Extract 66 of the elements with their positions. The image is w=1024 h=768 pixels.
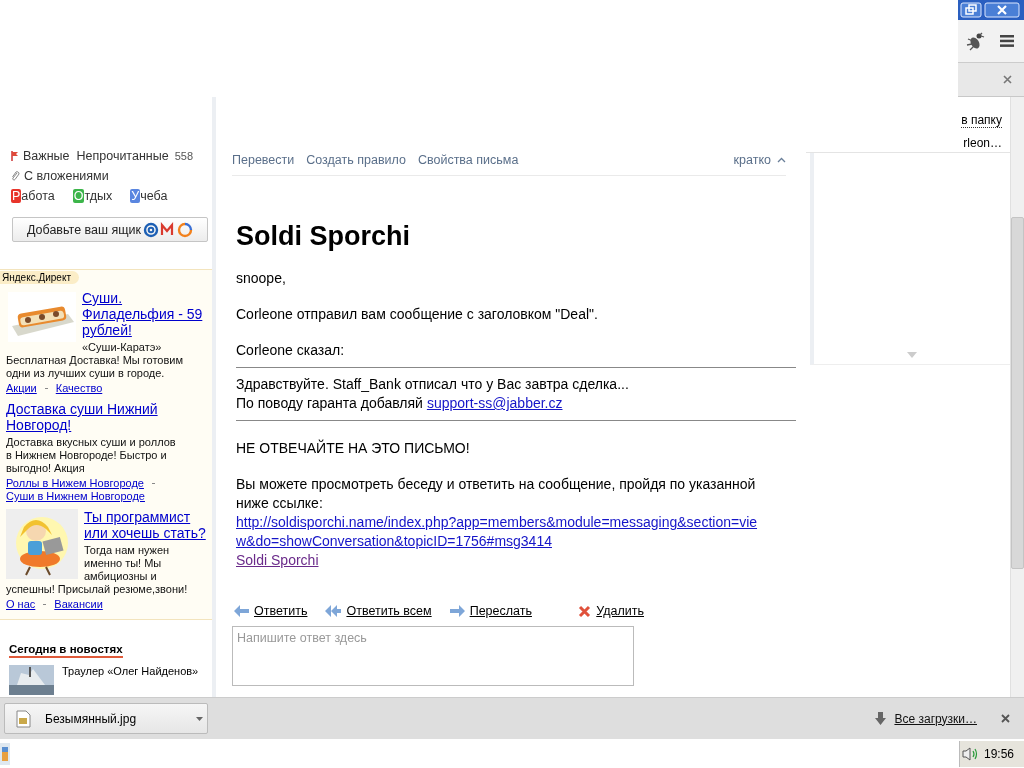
close-icon[interactable] — [1001, 714, 1010, 723]
scrollbar[interactable] — [1010, 97, 1024, 697]
mail-paragraph: Corleone отправил вам сообщение с заголовком "Deal". — [236, 305, 598, 324]
arrow-right-icon — [449, 605, 465, 617]
ad-link[interactable]: Вакансии — [54, 598, 103, 611]
arrow-left-icon — [234, 605, 249, 617]
mail-toolbar-link[interactable]: Перевести — [232, 153, 295, 167]
bug-icon[interactable] — [964, 31, 986, 51]
ad-link[interactable]: Качество — [55, 382, 103, 395]
news-link[interactable]: Траулер «Олег Найденов» — [62, 665, 199, 695]
mail-paragraph: НЕ ОТВЕЧАЙТЕ НА ЭТО ПИСЬМО! — [236, 439, 470, 458]
speaker-icon[interactable] — [961, 746, 980, 761]
restore-icon[interactable] — [960, 2, 982, 18]
sender-text: rleon… — [963, 136, 1002, 150]
caret-icon[interactable] — [196, 716, 203, 721]
reply-field[interactable]: Напишите ответ здесь — [232, 626, 634, 686]
ad-link[interactable]: Роллы в Нижем Новгороде — [6, 477, 144, 490]
mail-action-link[interactable]: Переслать — [449, 604, 532, 618]
move-to-folder-link[interactable]: в папку — [961, 113, 1002, 128]
filter-link[interactable]: Непрочитанные 558 — [76, 149, 193, 163]
add-mailbox-button[interactable]: Добавьте ваш ящик — [12, 217, 208, 242]
quote-line: Здравствуйте. Staff_Bank отписал что у Вас завтра сделка... — [236, 375, 630, 394]
clock: 19:56 — [983, 746, 1014, 761]
delete-icon — [578, 604, 592, 618]
ad-link[interactable]: Акции — [6, 382, 37, 395]
ad-headline-link[interactable]: Суши. Филадельфия - 59 рублей! — [6, 290, 207, 338]
mail-paragraph: snoope, — [236, 269, 286, 288]
scrollbar-thumb[interactable] — [1011, 217, 1024, 569]
download-icon — [875, 712, 887, 725]
label-link[interactable]: Учеба — [130, 189, 168, 203]
menu-icon[interactable] — [1000, 35, 1014, 47]
double-arrow-icon — [325, 605, 342, 617]
download-item[interactable]: Безымянный.jpg — [4, 703, 208, 734]
ad-text: Тогда нам нужен именно ты! Мы амбициозны и успешны! Присылай резюме,звони! — [6, 544, 189, 596]
mail-action-link[interactable]: Ответить всем — [325, 604, 432, 618]
ad-headline-link[interactable]: Ты программист или хочешь стать? — [6, 509, 207, 541]
caret-icon — [777, 157, 786, 163]
mail-subject: Soldi Sporchi — [236, 220, 411, 252]
news-heading: Сегодня в новостях — [9, 643, 123, 658]
email-link[interactable]: support-ss@jabber.cz — [426, 395, 563, 411]
view-toggle[interactable]: кратко — [733, 153, 786, 167]
label-link[interactable]: Работа — [11, 189, 55, 203]
filter-link[interactable]: С вложениями — [11, 169, 109, 183]
filter-link[interactable]: Важные — [11, 149, 70, 163]
ad-block-title: Яндекс.Директ — [0, 271, 79, 284]
mail-link[interactable]: http://soldisporchi.name/index.php?app=members&module=messaging&section=view&do=showConversation&topicID=1756#msg3414 — [236, 513, 766, 551]
ad-link[interactable]: О нас — [6, 598, 36, 611]
ad-text: Доставка вкусных суши и роллов в Нижнем Новгороде! Быстро и выгодно! Акция — [6, 436, 177, 475]
mail-link[interactable]: Soldi Sporchi — [236, 551, 319, 570]
mail-services-icon — [143, 221, 193, 238]
mail-paragraph: Corleone сказал: — [236, 341, 345, 360]
close-icon[interactable] — [1003, 75, 1012, 84]
mail-paragraph: Вы можете просмотреть беседу и ответить на сообщение, пройдя по указанной ниже ссылке: — [236, 475, 757, 513]
app-icon[interactable] — [0, 742, 10, 765]
mail-toolbar-link[interactable]: Свойства письма — [417, 153, 519, 167]
ad-text: «Суши-Каратэ» Бесплатная Доставка! Мы готовим одни из лучших суши в городе. — [6, 341, 185, 380]
mail-action-link[interactable]: Удалить — [578, 604, 644, 618]
image-file-icon — [15, 709, 31, 728]
mail-action-link[interactable]: Ответить — [234, 604, 308, 618]
label-link[interactable]: Отдых — [72, 189, 113, 203]
ad-link[interactable]: Суши в Нижнем Новгороде — [6, 490, 145, 503]
quote-line: По поводу гаранта добавляй support-ss@jabber.cz — [236, 394, 564, 413]
mail-toolbar-link[interactable]: Создать правило — [306, 153, 406, 167]
flag-icon — [11, 151, 19, 161]
all-downloads-link[interactable]: Все загрузки… — [894, 711, 977, 726]
ad-headline-link[interactable]: Доставка суши Нижний Новгород! — [6, 401, 207, 433]
